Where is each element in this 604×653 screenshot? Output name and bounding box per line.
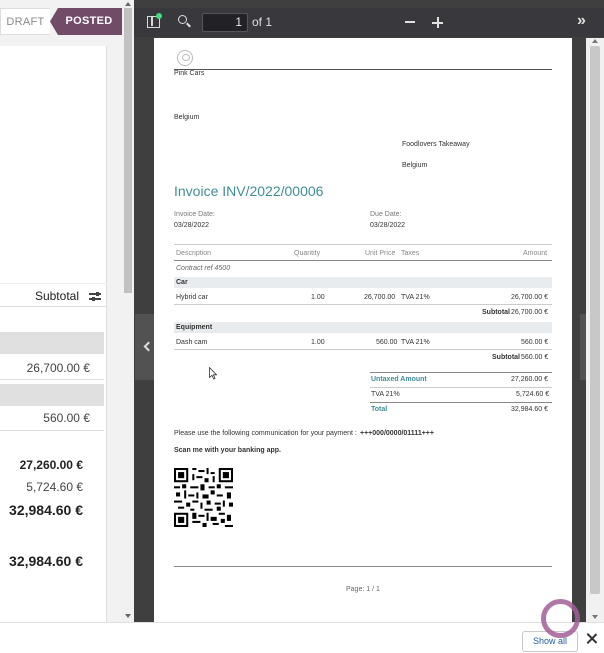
pdf-page: Pink Cars Belgium Foodlovers Takeaway Be…: [154, 38, 572, 622]
row-rule: [174, 349, 552, 350]
line2-quantity: 1.00: [311, 339, 325, 346]
subtotal1-label: Subtotal: [482, 309, 510, 316]
subtotal2-label: Subtotal: [492, 354, 520, 361]
click-indicator-ring: [541, 599, 580, 638]
more-tools-icon[interactable]: »: [577, 12, 586, 30]
page-count-label: of 1: [252, 15, 273, 29]
due-date-label: Due Date:: [370, 211, 402, 218]
lines-table-header: Subtotal: [0, 283, 107, 307]
totals-rule: [370, 402, 552, 403]
section-row-equipment[interactable]: [0, 384, 104, 406]
line2-amount: 560.00 €: [521, 339, 549, 346]
total-amount: 32,984.60 €: [9, 502, 83, 518]
amount-due: 32,984.60 €: [9, 553, 83, 569]
row-divider: [0, 379, 104, 380]
col-amount: Amount: [523, 250, 548, 257]
totals-rule: [370, 372, 552, 373]
subtotal-column-header[interactable]: Subtotal: [35, 289, 79, 303]
zoom-out-icon[interactable]: [405, 21, 415, 23]
payment-communication-ref: +++000/0000/01111+++: [360, 430, 434, 437]
qr-code: [174, 468, 233, 527]
total-label: Total: [371, 406, 388, 413]
payment-communication-text: Please use the following communication f…: [174, 430, 357, 437]
col-quantity: Quantity: [294, 250, 321, 257]
pdf-scrollbar-thumb[interactable]: [590, 46, 600, 594]
footer-page-number: Page: 1 / 1: [346, 586, 380, 593]
col-taxes: Taxes: [401, 250, 420, 257]
screen: DRAFT POSTED Subtotal 26,700.00 € 560.00…: [0, 0, 604, 653]
search-icon[interactable]: [178, 15, 191, 28]
line2-taxes: TVA 21%: [401, 339, 430, 346]
notification-dot: [156, 13, 162, 19]
line1-taxes: TVA 21%: [401, 294, 430, 301]
untaxed-value: 27,260.00 €: [511, 376, 548, 383]
close-icon[interactable]: [586, 633, 597, 644]
line1-amount: 26,700.00 €: [511, 294, 548, 301]
row-rule: [370, 387, 552, 388]
tax-amount: 5,724.60 €: [26, 480, 83, 494]
scroll-up-icon[interactable]: [592, 39, 598, 43]
line1-unit-price: 26,700.00: [364, 294, 396, 301]
row-divider: [0, 430, 104, 431]
section-car: Car: [176, 279, 188, 286]
line2-subtotal: 560.00 €: [43, 411, 90, 425]
row-rule: [174, 304, 552, 305]
scroll-down-icon[interactable]: [125, 614, 131, 618]
section-row-car[interactable]: [0, 332, 104, 354]
status-posted-button[interactable]: POSTED: [50, 8, 122, 35]
col-unit-price: Unit Price: [365, 250, 396, 257]
adjust-columns-icon[interactable]: [89, 290, 101, 302]
download-bar: Show all: [0, 622, 604, 653]
company-logo: [177, 50, 193, 66]
invoice-date: 03/28/2022: [174, 222, 210, 229]
scroll-down-icon[interactable]: [592, 615, 598, 619]
customer-name: Foodlovers Takeaway: [402, 141, 470, 148]
status-draft-button[interactable]: DRAFT: [0, 8, 50, 35]
invoice-title: Invoice INV/2022/00006: [174, 183, 324, 199]
table-header-rule: [174, 260, 552, 261]
invoice-form-panel: DRAFT POSTED Subtotal 26,700.00 € 560.00…: [0, 0, 122, 622]
line1-subtotal: 26,700.00 €: [26, 361, 90, 375]
invoice-date-label: Invoice Date:: [174, 211, 215, 218]
total-value: 32,984.60 €: [511, 406, 548, 413]
footer-rule: [174, 566, 552, 567]
due-date: 03/28/2022: [370, 222, 406, 229]
section-band-equipment: [174, 322, 552, 333]
line2-unit-price: 560.00: [376, 339, 398, 346]
subtotal1-value: 26,700.00 €: [511, 309, 548, 316]
table-top-rule: [174, 244, 552, 245]
customer-country: Belgium: [402, 162, 428, 169]
page-number-input[interactable]: 1: [202, 13, 248, 32]
status-bar: DRAFT POSTED: [0, 8, 122, 35]
line1-quantity: 1.00: [311, 294, 325, 301]
pdf-toolbar: 1 of 1 »: [134, 8, 604, 37]
line1-description: Hybrid car: [176, 294, 208, 301]
company-name: Pink Cars: [174, 70, 205, 77]
form-scrollbar[interactable]: [122, 0, 134, 622]
mouse-cursor-icon: [209, 367, 217, 380]
form-scrollbar-thumb[interactable]: [124, 8, 132, 293]
untaxed-label: Untaxed Amount: [371, 376, 427, 383]
untaxed-amount: 27,260.00 €: [19, 458, 83, 472]
zoom-in-icon[interactable]: [432, 17, 443, 28]
form-sheet: Subtotal 26,700.00 € 560.00 € 27,260.00 …: [0, 46, 107, 622]
scan-instruction: Scan me with your banking app.: [174, 447, 281, 454]
col-description: Description: [176, 250, 212, 257]
tax-label: TVA 21%: [371, 391, 400, 398]
section-band-car: [174, 277, 552, 288]
contract-ref: Contract ref 4500: [176, 265, 231, 272]
subtotal2-value: 560.00 €: [521, 354, 549, 361]
scroll-up-icon[interactable]: [125, 2, 131, 6]
section-equipment: Equipment: [176, 324, 213, 331]
pdf-scrollbar[interactable]: [586, 38, 604, 622]
line2-description: Dash cam: [176, 339, 208, 346]
tax-value: 5,724.60 €: [516, 391, 550, 398]
header-rule: [174, 69, 552, 70]
company-country: Belgium: [174, 114, 200, 121]
chevron-left-icon: [143, 341, 154, 352]
